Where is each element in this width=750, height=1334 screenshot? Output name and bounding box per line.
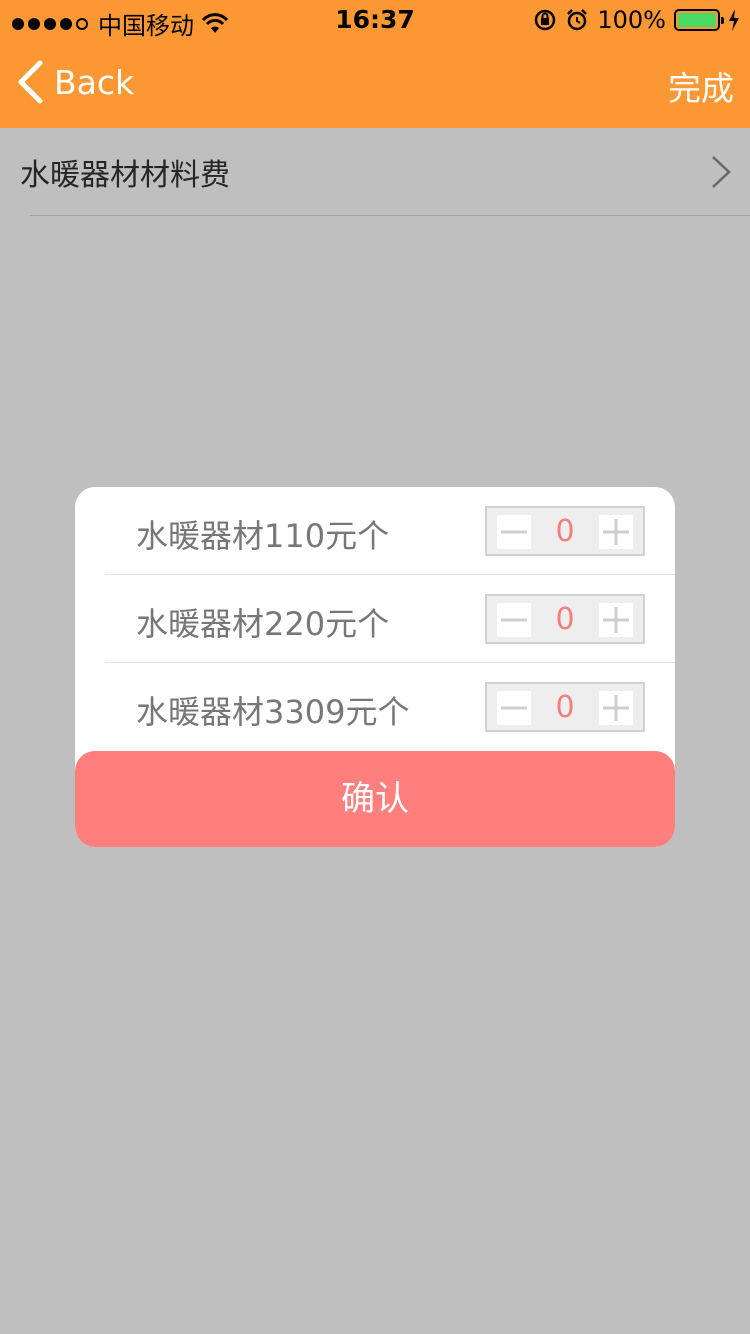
increment-button[interactable] — [599, 691, 633, 725]
charging-bolt-icon — [729, 9, 739, 31]
decrement-button[interactable] — [497, 603, 531, 637]
minus-icon — [501, 706, 527, 710]
battery-percent: 100% — [597, 6, 666, 34]
quantity-stepper: 0 — [485, 682, 645, 732]
item-name: 水暖器材220元个 — [136, 605, 390, 643]
app-header: 中国移动 16:37 100% Back 完成 — [0, 0, 750, 128]
status-right: 100% — [533, 6, 740, 34]
confirm-button[interactable]: 确认 — [75, 751, 675, 847]
status-bar: 中国移动 16:37 100% — [0, 0, 750, 40]
rotation-lock-icon — [535, 9, 556, 31]
increment-button[interactable] — [599, 603, 633, 637]
quantity-modal: 水暖器材110元个 0 水暖器材220元个 0 水暖器材3309元个 0 确认 — [75, 487, 675, 847]
done-button[interactable]: 完成 — [668, 62, 734, 110]
modal-item-row: 水暖器材110元个 0 — [75, 487, 675, 575]
quantity-stepper: 0 — [485, 594, 645, 644]
increment-button[interactable] — [599, 515, 633, 549]
minus-icon — [501, 530, 527, 534]
quantity-value[interactable]: 0 — [531, 602, 599, 637]
back-button[interactable]: Back — [16, 60, 134, 104]
item-name: 水暖器材3309元个 — [136, 693, 410, 731]
decrement-button[interactable] — [497, 515, 531, 549]
back-label: Back — [54, 62, 135, 102]
decrement-button[interactable] — [497, 691, 531, 725]
quantity-stepper: 0 — [485, 506, 645, 556]
plus-icon — [603, 695, 629, 721]
chevron-left-icon — [18, 60, 43, 104]
modal-item-row: 水暖器材3309元个 0 — [75, 663, 675, 751]
quantity-value[interactable]: 0 — [531, 690, 599, 725]
battery-icon — [674, 9, 724, 31]
plus-icon — [603, 607, 629, 633]
minus-icon — [501, 618, 527, 622]
plus-icon — [603, 519, 629, 545]
quantity-value[interactable]: 0 — [531, 514, 599, 549]
item-name: 水暖器材110元个 — [136, 517, 390, 555]
alarm-icon — [567, 9, 588, 31]
modal-item-row: 水暖器材220元个 0 — [75, 575, 675, 663]
